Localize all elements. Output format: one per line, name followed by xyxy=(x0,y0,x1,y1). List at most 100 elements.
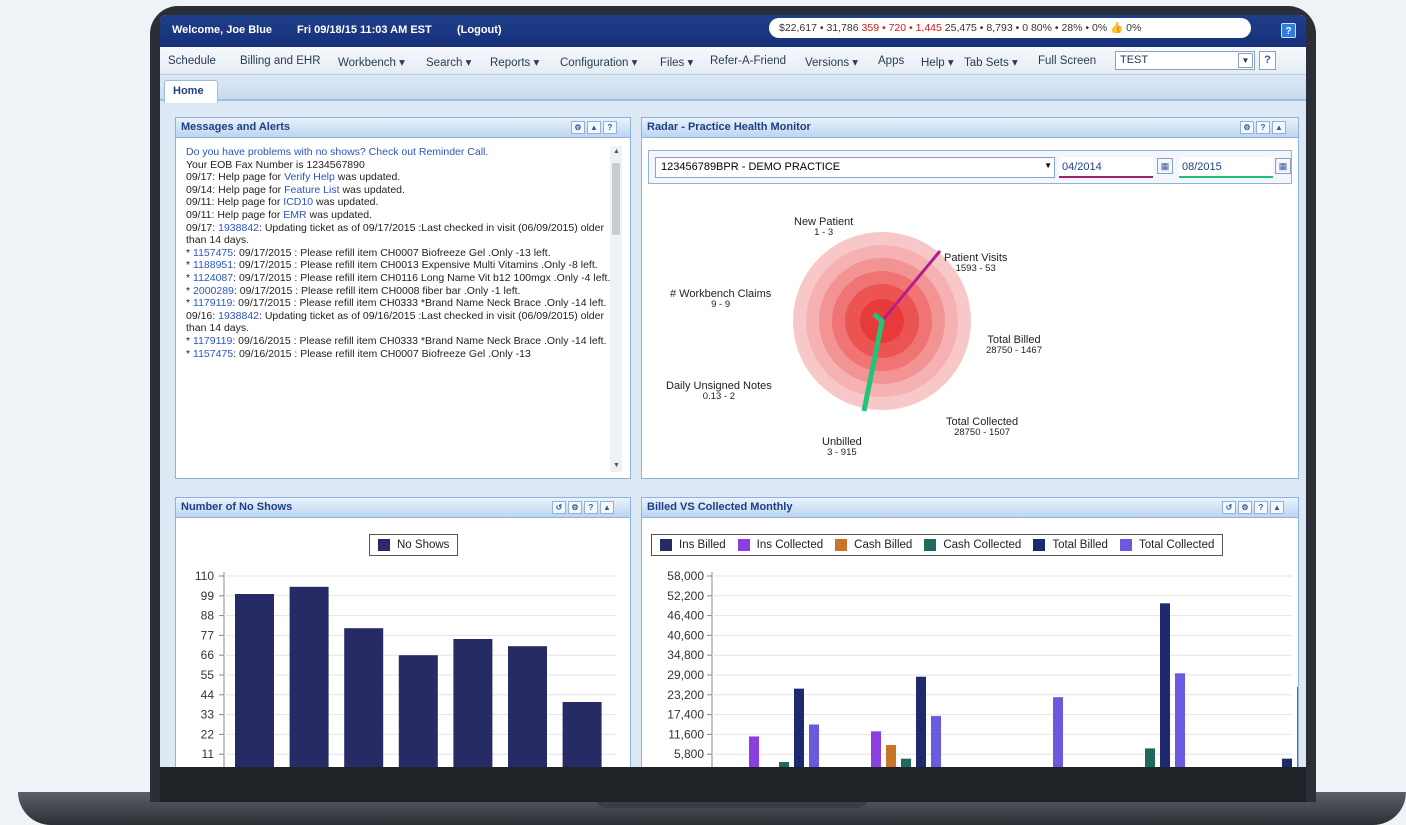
calendar-icon[interactable]: ▦ xyxy=(1157,158,1173,174)
message-prefix: * xyxy=(186,297,194,310)
menu-tab-sets[interactable]: Tab Sets ▾ xyxy=(964,55,1018,69)
menu-help-icon[interactable]: ? xyxy=(1259,51,1276,70)
bar xyxy=(1297,686,1298,767)
message-link[interactable]: 1938842 xyxy=(218,310,259,322)
settings-icon[interactable]: ⚙ xyxy=(1240,121,1254,134)
tab-home[interactable]: Home xyxy=(164,80,218,103)
y-tick-label: 88 xyxy=(201,609,215,623)
refresh-icon[interactable]: ↺ xyxy=(1222,501,1236,514)
message-item: 09/16: 1938842: Updating ticket as of 09… xyxy=(186,310,622,335)
date-to-field[interactable]: 08/2015 xyxy=(1179,157,1273,178)
collapse-icon[interactable]: ▲ xyxy=(1272,121,1286,134)
y-tick-label: 44 xyxy=(201,688,215,702)
collapse-icon[interactable]: ▲ xyxy=(587,121,601,134)
message-text: : 09/16/2015 : Please refill item CH0333… xyxy=(232,334,607,347)
refresh-icon[interactable]: ↺ xyxy=(552,501,566,514)
message-link[interactable]: 1179119 xyxy=(193,335,232,347)
help-icon[interactable]: ? xyxy=(1256,121,1270,134)
radar-label-unbilled: Unbilled 3 - 915 xyxy=(822,436,862,458)
welcome-text: Welcome, Joe Blue xyxy=(172,24,273,36)
message-item: * 2000289: 09/17/2015 : Please refill it… xyxy=(186,285,622,298)
tab-strip: Home xyxy=(160,75,1306,103)
menu-full-screen[interactable]: Full Screen xyxy=(1038,55,1096,67)
message-text: : 09/17/2015 : Please refill item CH0007… xyxy=(233,246,551,259)
scroll-up-icon[interactable]: ▲ xyxy=(613,148,620,155)
message-link[interactable]: 1157475 xyxy=(193,247,233,259)
menu-billing-ehr[interactable]: Billing and EHR xyxy=(240,55,321,67)
menu-configuration[interactable]: Configuration ▾ xyxy=(560,55,637,69)
main-menu: Schedule Billing and EHR Workbench ▾ Sea… xyxy=(160,47,1306,75)
bar xyxy=(398,655,438,767)
messages-scroll-thumb[interactable] xyxy=(612,163,620,235)
calendar-icon[interactable]: ▦ xyxy=(1275,158,1291,174)
bar xyxy=(289,586,329,767)
noshows-panel: Number of No Shows ↺ ⚙ ? ▲ No Shows 110 9… xyxy=(175,497,631,767)
y-tick-label: 55 xyxy=(201,668,215,682)
message-link[interactable]: Do you have problems with no shows? Chec… xyxy=(186,146,488,158)
date-from-field[interactable]: 04/2014 xyxy=(1059,157,1153,178)
tab-set-select[interactable]: TEST ▼ xyxy=(1115,51,1255,70)
message-item: 09/11: Help page for EMR was updated. xyxy=(186,209,622,222)
legend-item: No Shows xyxy=(378,539,449,551)
practice-value: 123456789BPR - DEMO PRACTICE xyxy=(661,161,841,173)
message-link[interactable]: EMR xyxy=(283,209,306,221)
legend-swatch xyxy=(1119,539,1132,551)
bar xyxy=(1160,603,1170,767)
thumbs-up-icon: 👍 xyxy=(1110,22,1124,34)
legend-swatch xyxy=(660,539,672,551)
menu-help[interactable]: Help ▾ xyxy=(921,55,954,69)
billed-panel-tools: ↺ ⚙ ? ▲ xyxy=(1222,501,1284,514)
message-item: Do you have problems with no shows? Chec… xyxy=(186,146,622,159)
message-item: * 1179119: 09/17/2015 : Please refill it… xyxy=(186,297,622,310)
y-tick-label: 40,600 xyxy=(667,628,704,642)
message-link[interactable]: 1179119 xyxy=(193,297,232,309)
message-link[interactable]: 1157475 xyxy=(193,348,233,360)
menu-apps[interactable]: Apps xyxy=(878,55,904,67)
logout-link[interactable]: (Logout) xyxy=(457,24,502,36)
stat-a: 359 • xyxy=(858,22,889,34)
message-link[interactable]: Feature List xyxy=(284,184,339,196)
message-prefix: * xyxy=(186,334,194,347)
menu-files[interactable]: Files ▾ xyxy=(660,55,693,69)
menu-schedule[interactable]: Schedule xyxy=(168,55,216,67)
menu-refer-a-friend[interactable]: Refer-A-Friend xyxy=(710,55,786,67)
menu-reports[interactable]: Reports ▾ xyxy=(490,55,539,69)
message-link[interactable]: 2000289 xyxy=(193,285,234,297)
collapse-icon[interactable]: ▲ xyxy=(1270,501,1284,514)
bar xyxy=(916,676,926,767)
datetime-text: Fri 09/18/15 11:03 AM EST xyxy=(297,24,432,36)
help-icon[interactable]: ? xyxy=(1254,501,1268,514)
help-icon[interactable]: ? xyxy=(584,501,598,514)
message-link[interactable]: 1938842 xyxy=(218,222,259,234)
help-icon[interactable]: ? xyxy=(603,121,617,134)
message-link[interactable]: ICD10 xyxy=(283,196,313,208)
message-prefix: * xyxy=(186,271,194,284)
menu-search[interactable]: Search ▾ xyxy=(426,55,471,69)
legend-swatch xyxy=(378,539,390,551)
message-item: * 1157475: 09/17/2015 : Please refill it… xyxy=(186,247,622,260)
bar xyxy=(453,639,493,767)
chevron-down-icon[interactable]: ▼ xyxy=(1238,53,1253,68)
message-item: 09/14: Help page for Feature List was up… xyxy=(186,184,622,197)
radar-label-total-billed: Total Billed 28750 - 1467 xyxy=(986,334,1042,356)
message-prefix: 09/16: xyxy=(186,309,219,322)
message-text: : 09/17/2015 : Please refill item CH0008… xyxy=(233,284,521,297)
menu-workbench[interactable]: Workbench ▾ xyxy=(338,55,405,69)
settings-icon[interactable]: ⚙ xyxy=(571,121,585,134)
messages-panel-tools: ⚙ ▲ ? xyxy=(571,121,617,134)
message-link[interactable]: Verify Help xyxy=(284,171,335,183)
scroll-down-icon[interactable]: ▼ xyxy=(613,462,620,469)
message-link[interactable]: 1188951 xyxy=(193,259,233,271)
top-bar: Welcome, Joe Blue Fri 09/18/15 11:03 AM … xyxy=(160,15,1306,47)
help-icon[interactable]: ? xyxy=(1281,23,1296,38)
settings-icon[interactable]: ⚙ xyxy=(568,501,582,514)
settings-icon[interactable]: ⚙ xyxy=(1238,501,1252,514)
collapse-icon[interactable]: ▲ xyxy=(600,501,614,514)
legend-label: Total Collected xyxy=(1138,539,1215,551)
menu-versions[interactable]: Versions ▾ xyxy=(805,55,858,69)
chevron-down-icon[interactable]: ▼ xyxy=(1044,161,1052,170)
message-link[interactable]: 1124087 xyxy=(193,272,233,284)
practice-select[interactable]: 123456789BPR - DEMO PRACTICE ▼ xyxy=(655,157,1055,178)
legend-item: Ins Collected xyxy=(737,539,823,551)
messages-list: Do you have problems with no shows? Chec… xyxy=(186,146,622,472)
